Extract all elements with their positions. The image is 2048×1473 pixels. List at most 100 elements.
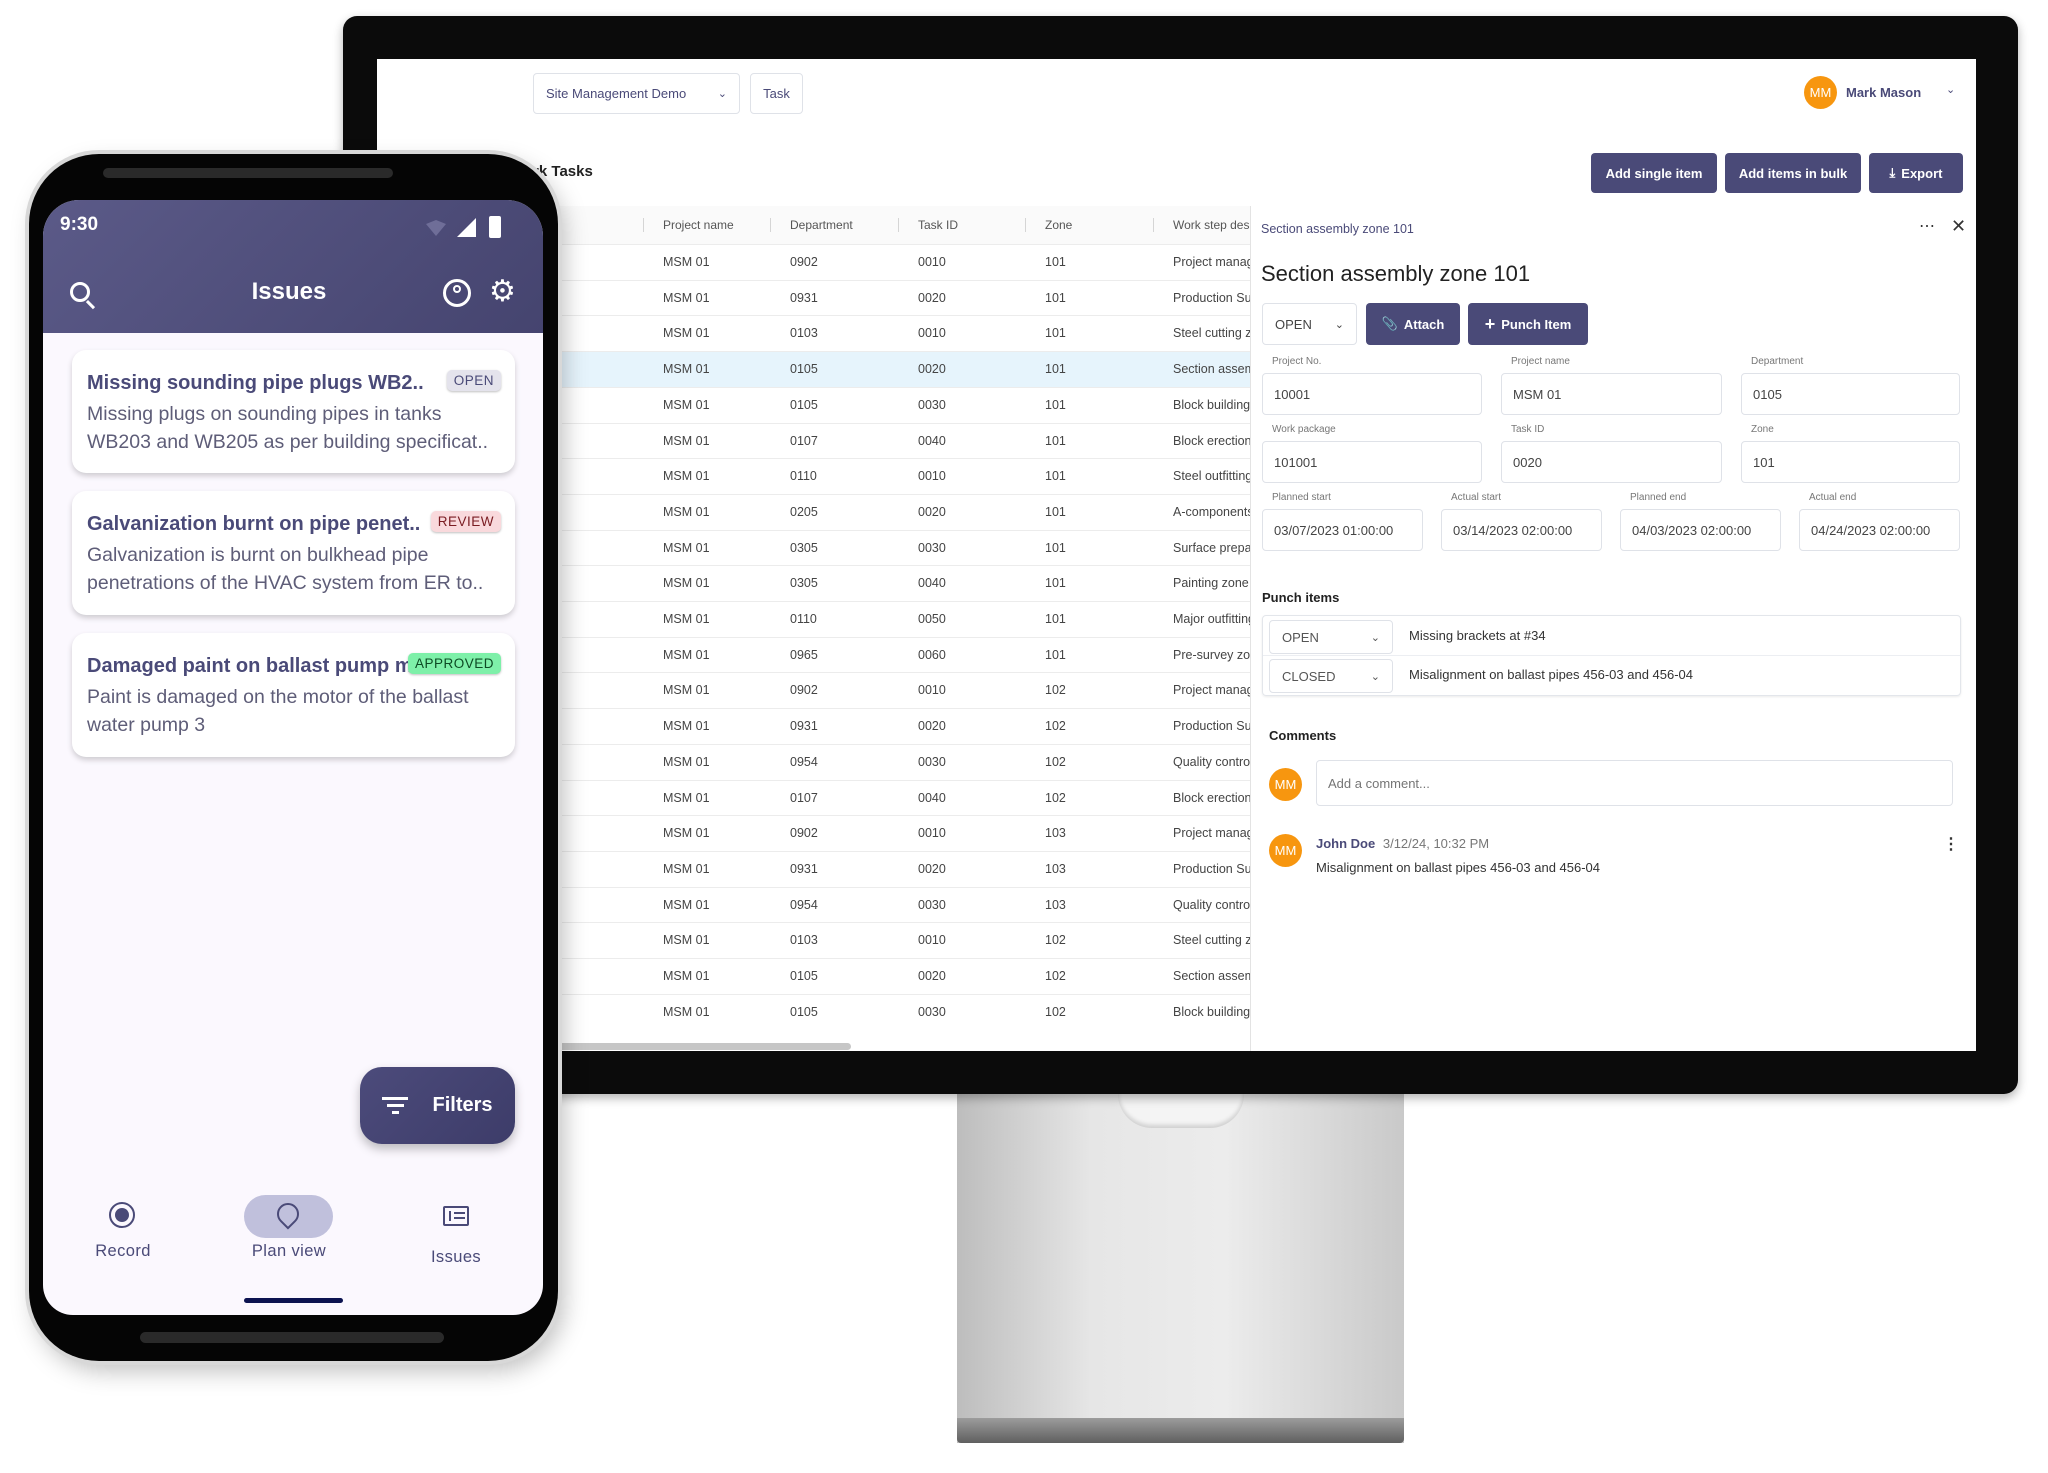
record-icon[interactable]: [109, 1202, 135, 1228]
zone-field[interactable]: 101: [1741, 441, 1960, 483]
filters-button[interactable]: Filters: [360, 1067, 515, 1144]
table-cell: Painting zone 1: [1173, 576, 1250, 591]
task-id-field[interactable]: 0020: [1501, 441, 1722, 483]
column-header[interactable]: Work step desc: [1173, 206, 1250, 244]
table-cell: 0020: [918, 969, 946, 983]
account-icon[interactable]: [443, 279, 471, 307]
add-single-item-label: Add single item: [1605, 165, 1703, 181]
monitor-stand-base: [957, 1418, 1404, 1443]
table-cell: 0902: [790, 683, 818, 698]
table-cell: 101: [1045, 397, 1066, 412]
planned-end-field[interactable]: 04/03/2023 02:00:00: [1620, 509, 1781, 551]
department-field[interactable]: 0105: [1741, 373, 1960, 415]
table-cell: 0050: [918, 612, 946, 626]
workspace-select[interactable]: Site Management Demo ⌄: [533, 73, 740, 114]
column-header[interactable]: Zone: [1045, 206, 1155, 244]
table-cell: 0931: [790, 719, 818, 734]
table-cell: 0902: [790, 255, 818, 269]
issues-list-icon[interactable]: [443, 1206, 469, 1226]
project-name-field[interactable]: MSM 01: [1501, 373, 1722, 415]
column-header[interactable]: Project name: [663, 206, 773, 244]
issue-card[interactable]: Galvanization burnt on pipe penet.. REVI…: [72, 491, 515, 615]
actual-end-field[interactable]: 04/24/2023 02:00:00: [1799, 509, 1960, 551]
tab-task[interactable]: Task: [750, 73, 803, 114]
column-separator[interactable]: [1153, 218, 1154, 232]
issue-card[interactable]: Damaged paint on ballast pump m.. APPROV…: [72, 633, 515, 757]
battery-icon: [489, 216, 501, 238]
table-cell: MSM 01: [663, 1004, 710, 1019]
punch-item-text: Missing brackets at #34: [1409, 628, 1546, 643]
table-cell: 0030: [918, 897, 946, 912]
issue-description: Galvanization is burnt on bulkhead pipe …: [87, 544, 484, 594]
user-name[interactable]: Mark Mason: [1846, 85, 1921, 100]
column-separator[interactable]: [770, 218, 771, 232]
detail-title: Section assembly zone 101: [1261, 261, 1531, 286]
column-header[interactable]: Task ID: [918, 206, 1028, 244]
monitor-stand: [957, 1094, 1404, 1443]
app-title: Issues: [251, 278, 327, 305]
project-no-field[interactable]: 10001: [1262, 373, 1482, 415]
task-id-label: Task ID: [1511, 424, 1545, 435]
table-cell: Project manage: [1173, 826, 1250, 841]
home-indicator[interactable]: [244, 1298, 343, 1303]
nav-issues[interactable]: Issues: [431, 1248, 481, 1267]
export-button[interactable]: ⤓ Export: [1869, 153, 1963, 193]
close-icon[interactable]: ✕: [1951, 216, 1966, 237]
filters-label: Filters: [432, 1094, 493, 1116]
nav-plan-view-active-pill[interactable]: [244, 1195, 333, 1238]
table-cell: MSM 01: [663, 576, 710, 591]
add-punch-item-button[interactable]: + Punch Item: [1468, 303, 1588, 345]
table-cell: MSM 01: [663, 540, 710, 555]
table-cell: Block erection z: [1173, 433, 1250, 448]
table-cell: 0965: [790, 647, 818, 662]
comment-input[interactable]: [1316, 760, 1953, 806]
table-cell: 0020: [918, 504, 946, 519]
table-cell: 0107: [790, 433, 818, 448]
punch-item-status-select[interactable]: OPEN ⌄: [1269, 620, 1393, 654]
punch-item-status-select[interactable]: CLOSED ⌄: [1269, 659, 1393, 693]
settings-gear-icon[interactable]: ⚙: [489, 274, 516, 309]
nav-plan-view[interactable]: Plan view: [252, 1242, 326, 1261]
table-cell: Production Sup: [1173, 290, 1250, 305]
table-cell: 102: [1045, 933, 1066, 948]
table-cell: Steel cutting zo: [1173, 326, 1250, 341]
zone-label: Zone: [1751, 424, 1774, 435]
actual-start-field[interactable]: 03/14/2023 02:00:00: [1441, 509, 1602, 551]
column-header[interactable]: Department: [790, 206, 900, 244]
column-separator[interactable]: [1025, 218, 1026, 232]
punch-item-status: CLOSED: [1282, 668, 1336, 684]
table-cell: MSM 01: [663, 754, 710, 769]
work-package-field[interactable]: 101001: [1262, 441, 1482, 483]
user-avatar[interactable]: MM: [1804, 76, 1837, 109]
more-options-icon[interactable]: ⋯: [1919, 216, 1935, 236]
status-select[interactable]: OPEN ⌄: [1262, 303, 1357, 345]
table-cell: 101: [1045, 469, 1066, 484]
table-cell: 103: [1045, 826, 1066, 841]
horizontal-scrollbar[interactable]: [555, 1043, 851, 1050]
table-cell: 0010: [918, 255, 946, 269]
search-icon[interactable]: [70, 282, 96, 310]
comment-kebab-icon[interactable]: ⋮: [1943, 834, 1959, 854]
column-separator[interactable]: [643, 218, 644, 232]
comment-author[interactable]: John Doe: [1316, 836, 1375, 851]
table-cell: Project manage: [1173, 683, 1250, 698]
table-cell: MSM 01: [663, 790, 710, 805]
planned-start-field[interactable]: 03/07/2023 01:00:00: [1262, 509, 1423, 551]
issue-card[interactable]: Missing sounding pipe plugs WB2.. OPEN M…: [72, 350, 515, 473]
table-cell: Block erection z: [1173, 790, 1250, 805]
punch-item-row: CLOSED ⌄ Misalignment on ballast pipes 45…: [1263, 656, 1960, 696]
add-items-in-bulk-button[interactable]: Add items in bulk: [1725, 153, 1861, 193]
detail-breadcrumb[interactable]: Section assembly zone 101: [1261, 222, 1414, 236]
table-cell: 101: [1045, 504, 1066, 519]
user-menu-chevron-icon[interactable]: ⌄: [1946, 83, 1955, 96]
column-separator[interactable]: [898, 218, 899, 232]
wifi-icon: [426, 220, 446, 236]
location-pin-icon: [272, 1198, 304, 1230]
table-cell: MSM 01: [663, 433, 710, 448]
add-single-item-button[interactable]: Add single item: [1591, 153, 1717, 193]
attach-button[interactable]: 📎 Attach: [1366, 303, 1460, 345]
table-cell: MSM 01: [663, 897, 710, 912]
export-label: Export: [1901, 165, 1943, 181]
nav-record[interactable]: Record: [95, 1242, 151, 1261]
table-cell: MSM 01: [663, 933, 710, 948]
